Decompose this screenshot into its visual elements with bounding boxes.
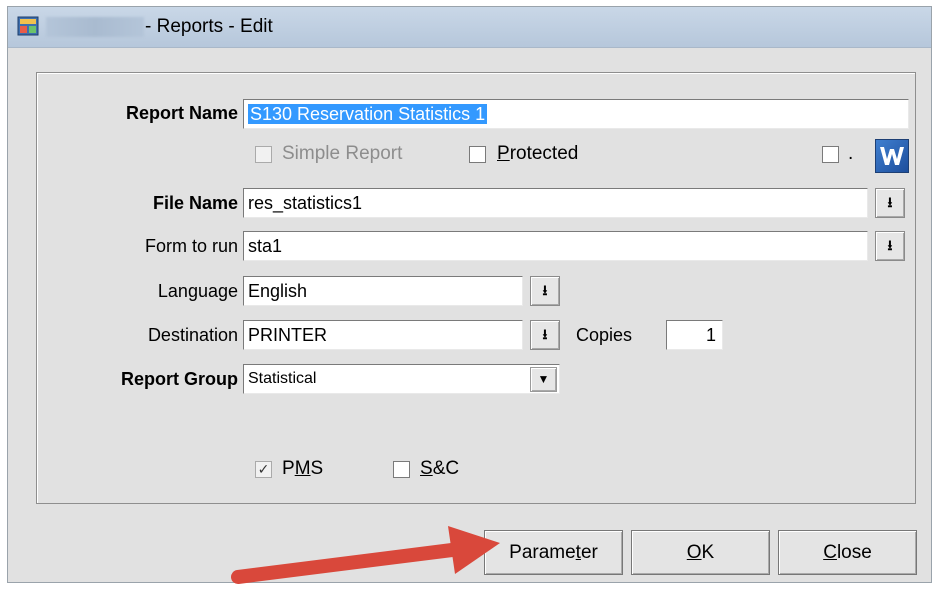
close-button[interactable]: Close [778,530,917,575]
download-arrow-icon: ⭳ [542,326,548,342]
copies-label: Copies [576,325,633,345]
sc-label: S&C [420,458,460,479]
report-group-combo-button[interactable]: ▼ [530,367,557,392]
extra-checkbox-label: . [848,143,854,164]
language-input[interactable]: English [243,276,523,306]
pms-label: PMS [282,458,324,479]
simple-report-label: Simple Report [282,143,403,164]
parameter-button[interactable]: Parameter [484,530,623,575]
destination-input[interactable]: PRINTER [243,320,523,350]
report-name-value: S130 Reservation Statistics 1 [248,104,488,124]
word-icon [880,147,904,165]
chevron-down-icon: ▼ [537,372,550,386]
ok-button[interactable]: OK [631,530,770,575]
report-name-input[interactable]: S130 Reservation Statistics 1 [243,99,909,129]
sc-checkbox[interactable] [393,461,410,478]
extra-checkbox[interactable] [822,146,839,163]
file-name-dropdown-button[interactable]: ⭳ [875,188,905,218]
title-bar: - Reports - Edit [8,7,931,48]
pms-checkbox[interactable]: ✓ [255,461,272,478]
download-arrow-icon: ⭳ [887,237,893,253]
download-arrow-icon: ⭳ [887,194,893,210]
word-button[interactable] [875,139,909,173]
file-name-input[interactable]: res_statistics1 [243,188,868,218]
copies-input[interactable]: 1 [666,320,723,350]
form-to-run-dropdown-button[interactable]: ⭳ [875,231,905,261]
protected-checkbox[interactable] [469,146,486,163]
report-name-label: Report Name [125,103,238,123]
language-label: Language [157,281,238,301]
blurred-title-text [46,17,144,37]
form-to-run-label: Form to run [144,236,238,256]
destination-label: Destination [147,325,238,345]
protected-label: Protected [497,143,579,164]
window-title: - Reports - Edit [145,16,273,37]
app-icon [17,16,39,36]
download-arrow-icon: ⭳ [542,282,548,298]
destination-dropdown-button[interactable]: ⭳ [530,320,560,350]
simple-report-checkbox [255,146,272,163]
language-dropdown-button[interactable]: ⭳ [530,276,560,306]
form-to-run-input[interactable]: sta1 [243,231,868,261]
report-group-select[interactable]: Statistical [243,364,560,394]
reports-edit-window: - Reports - Edit Report Name S130 Reserv… [7,6,932,583]
report-group-label: Report Group [121,369,238,389]
file-name-label: File Name [152,193,238,213]
